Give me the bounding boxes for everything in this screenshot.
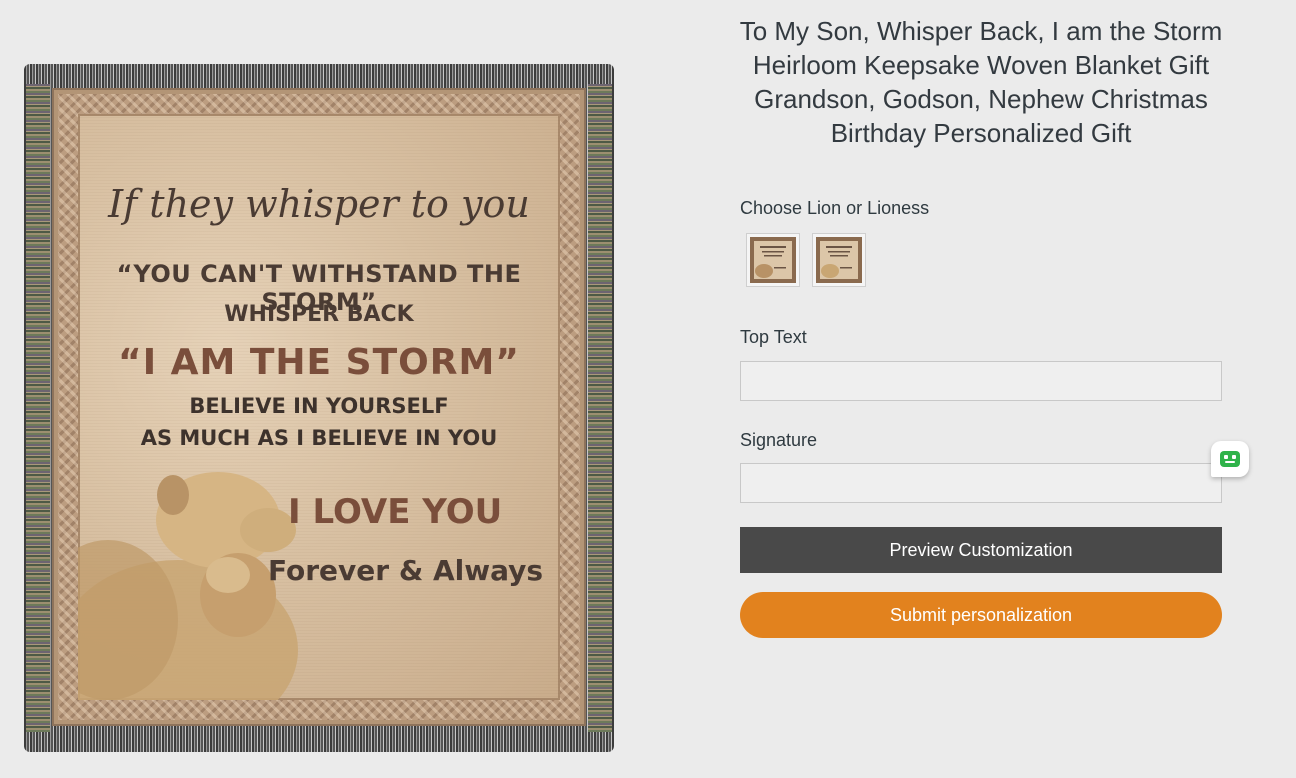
lion-thumbnail-icon	[750, 237, 796, 283]
blanket-weave: If they whisper to you “YOU CAN'T WITHST…	[52, 88, 586, 726]
signature-label: Signature	[740, 430, 818, 450]
top-text-label: Top Text	[740, 327, 807, 347]
blanket-fringe-left	[26, 84, 50, 732]
product-image: If they whisper to you “YOU CAN'T WITHST…	[24, 64, 614, 752]
blanket-script-line: If they whisper to you	[108, 182, 530, 226]
blanket-line-4: BELIEVE IN YOURSELF	[189, 394, 449, 418]
chat-widget-button[interactable]	[1211, 441, 1249, 477]
lioness-swatch[interactable]	[812, 233, 866, 287]
submit-personalization-button[interactable]: Submit personalization	[740, 592, 1222, 638]
variant-label: Choose Lion or Lioness	[740, 198, 930, 218]
preview-customization-button[interactable]: Preview Customization	[740, 527, 1222, 573]
blanket-fringe-right	[588, 84, 612, 732]
lion-swatch[interactable]	[746, 233, 800, 287]
variant-swatches	[746, 233, 866, 287]
product-title: To My Son, Whisper Back, I am the Storm …	[739, 16, 1223, 148]
blanket-line-6: I LOVE YOU	[288, 492, 503, 532]
signature-input[interactable]	[740, 463, 1222, 503]
lioness-thumbnail-icon	[816, 237, 862, 283]
blanket-line-5: AS MUCH AS I BELIEVE IN YOU	[140, 426, 498, 450]
blanket-center-panel: If they whisper to you “YOU CAN'T WITHST…	[78, 114, 560, 700]
blanket-line-2: WHISPER BACK	[224, 302, 414, 327]
blanket-line-7: Forever & Always	[268, 554, 544, 587]
blanket-line-3: “I AM THE STORM”	[118, 342, 520, 383]
chat-bot-icon	[1220, 451, 1240, 467]
top-text-input[interactable]	[740, 361, 1222, 401]
